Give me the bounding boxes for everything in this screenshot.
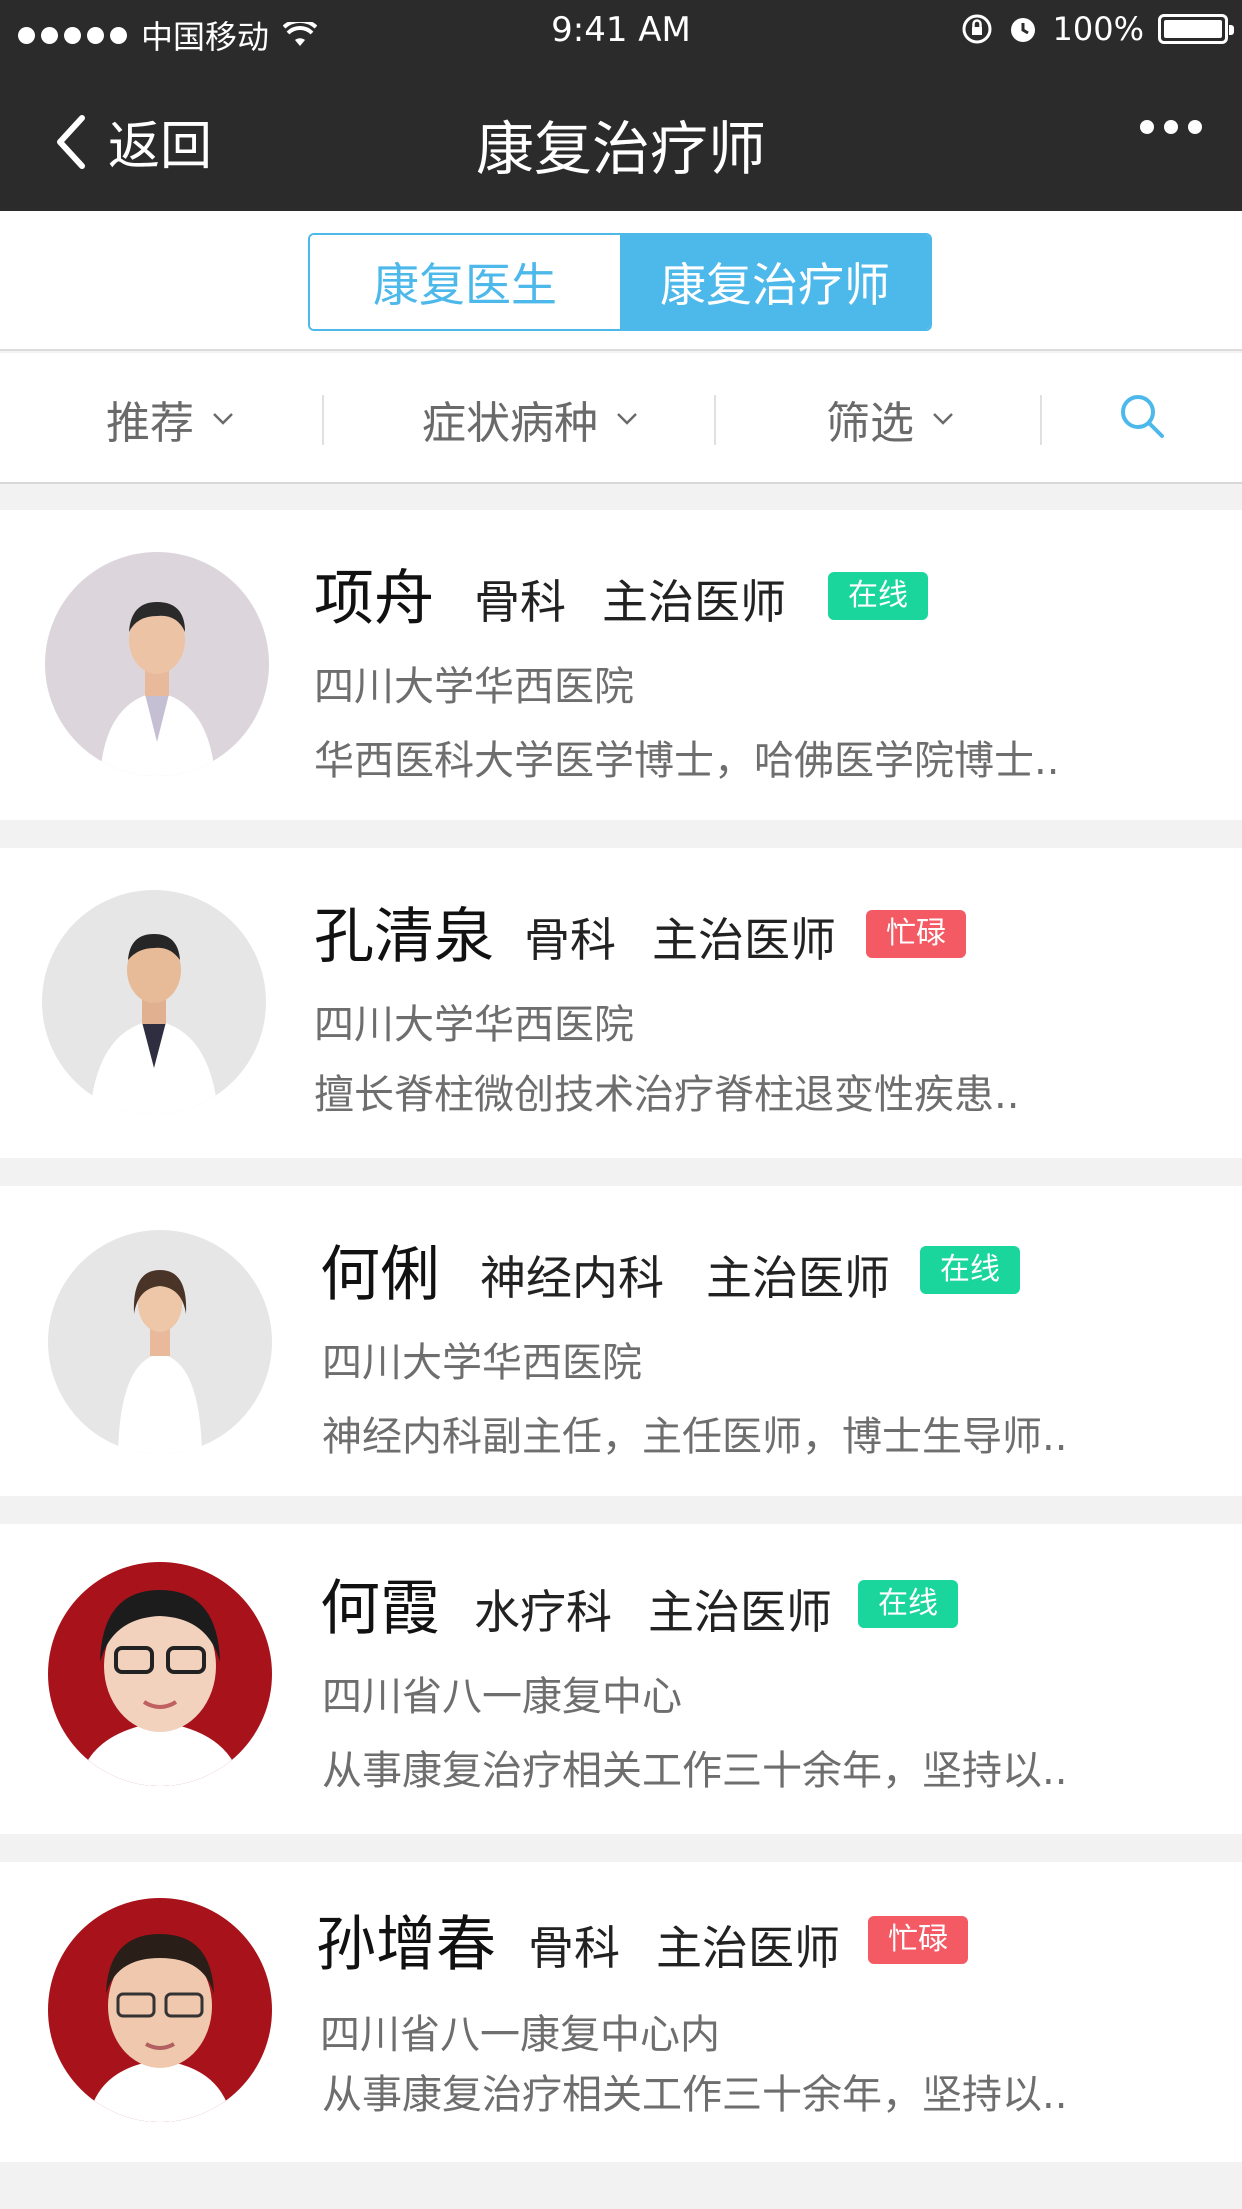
doctor-name: 孔清泉 — [314, 902, 494, 972]
doctor-dept: 骨科 — [474, 575, 566, 629]
battery-percent: 100% — [1052, 10, 1144, 48]
segment-area: 康复医生 康复治疗师 — [0, 211, 1242, 351]
doctor-card[interactable]: 何俐 神经内科 主治医师 在线 四川大学华西医院 神经内科副主任，主任医师，博士… — [0, 1186, 1242, 1496]
tab-rehab-therapist[interactable]: 康复治疗师 — [620, 235, 930, 329]
divider — [1040, 395, 1042, 445]
avatar — [48, 1898, 272, 2122]
top-bar: 中国移动 9:41 AM 100% 返回 康复治疗师 — [0, 0, 1242, 211]
doctor-name: 何霞 — [320, 1574, 440, 1644]
search-button[interactable] — [1118, 392, 1166, 444]
doctor-card[interactable]: 项舟 骨科 主治医师 在线 四川大学华西医院 华西医科大学医学博士，哈佛医学院博… — [0, 510, 1242, 820]
status-badge: 忙碌 — [866, 910, 966, 958]
segmented-control: 康复医生 康复治疗师 — [308, 233, 932, 331]
doctor-description: 神经内科副主任，主任医师，博士生导师.. — [322, 1414, 1068, 1460]
filter-symptoms-label: 症状病种 — [422, 397, 598, 449]
doctor-photo-icon — [78, 1590, 242, 1786]
doctor-photo-icon — [100, 602, 215, 776]
avatar — [42, 890, 266, 1114]
doctor-name: 何俐 — [320, 1240, 440, 1310]
doctor-dept: 水疗科 — [474, 1585, 612, 1639]
rotation-lock-icon — [962, 14, 992, 44]
status-badge: 在线 — [858, 1580, 958, 1628]
doctor-title: 主治医师 — [656, 1921, 840, 1975]
more-button[interactable] — [1140, 120, 1202, 134]
doctor-hospital: 四川省八一康复中心内 — [320, 2012, 720, 2058]
status-badge: 在线 — [828, 572, 928, 620]
status-badge: 忙碌 — [868, 1916, 968, 1964]
divider — [714, 395, 716, 445]
filter-recommend-label: 推荐 — [106, 397, 194, 449]
avatar — [48, 1562, 272, 1786]
doctor-photo-icon — [88, 1934, 232, 2122]
battery-icon — [1158, 14, 1234, 44]
avatar — [45, 552, 269, 776]
search-icon — [1121, 395, 1164, 438]
doctor-hospital: 四川大学华西医院 — [314, 1002, 634, 1048]
doctor-name: 孙增春 — [316, 1910, 496, 1980]
filter-recommend[interactable]: 推荐 — [60, 353, 280, 484]
doctor-photo-icon — [90, 934, 218, 1114]
filter-bar: 推荐 症状病种 筛选 — [0, 353, 1242, 484]
doctor-photo-icon — [118, 1270, 202, 1454]
doctor-hospital: 四川大学华西医院 — [314, 664, 634, 710]
status-badge: 在线 — [920, 1246, 1020, 1294]
status-bar: 中国移动 9:41 AM 100% — [0, 0, 1242, 64]
doctor-description: 华西医科大学医学博士，哈佛医学院博士.. — [314, 738, 1060, 784]
doctor-hospital: 四川大学华西医院 — [322, 1340, 642, 1386]
tab-rehab-doctor[interactable]: 康复医生 — [310, 235, 620, 329]
doctor-title: 主治医师 — [706, 1251, 890, 1305]
doctor-dept: 骨科 — [524, 913, 616, 967]
doctor-name: 项舟 — [314, 564, 434, 634]
filter-symptoms[interactable]: 症状病种 — [380, 353, 680, 484]
doctor-card[interactable]: 孙增春 骨科 主治医师 忙碌 四川省八一康复中心内 从事康复治疗相关工作三十余年… — [0, 1862, 1242, 2162]
avatar — [48, 1230, 272, 1454]
chevron-down-icon — [617, 412, 637, 425]
chevron-down-icon — [933, 412, 953, 425]
doctor-dept: 骨科 — [528, 1921, 620, 1975]
chevron-down-icon — [213, 412, 233, 425]
doctor-title: 主治医师 — [602, 575, 786, 629]
doctor-description: 从事康复治疗相关工作三十余年，坚持以.. — [322, 2072, 1068, 2118]
nav-bar: 返回 康复治疗师 — [0, 64, 1242, 211]
page-title: 康复治疗师 — [475, 115, 766, 183]
doctor-dept: 神经内科 — [480, 1251, 664, 1305]
doctor-title: 主治医师 — [648, 1585, 832, 1639]
filter-screen[interactable]: 筛选 — [780, 353, 1000, 484]
alarm-icon — [1010, 18, 1035, 42]
divider — [322, 395, 324, 445]
doctor-title: 主治医师 — [652, 913, 836, 967]
doctor-card[interactable]: 孔清泉 骨科 主治医师 忙碌 四川大学华西医院 擅长脊柱微创技术治疗脊柱退变性疾… — [0, 848, 1242, 1158]
doctor-hospital: 四川省八一康复中心 — [322, 1674, 682, 1720]
status-right: 100% — [961, 10, 1234, 48]
filter-screen-label: 筛选 — [826, 397, 914, 449]
doctor-description: 擅长脊柱微创技术治疗脊柱退变性疾患.. — [314, 1072, 1020, 1118]
doctor-card[interactable]: 何霞 水疗科 主治医师 在线 四川省八一康复中心 从事康复治疗相关工作三十余年，… — [0, 1524, 1242, 1834]
doctor-description: 从事康复治疗相关工作三十余年，坚持以.. — [322, 1748, 1068, 1794]
